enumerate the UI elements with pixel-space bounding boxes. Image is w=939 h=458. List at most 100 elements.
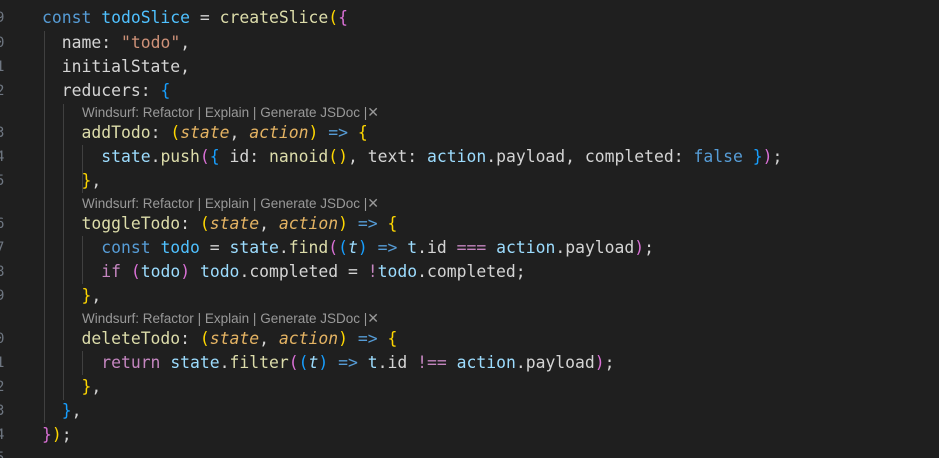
code-line[interactable]: 9 const todoSlice = createSlice({ xyxy=(0,6,939,30)
code-token: toggleTodo xyxy=(81,214,181,233)
code-token: ) xyxy=(338,329,348,348)
code-token: state xyxy=(170,353,220,372)
codelens-explain-link[interactable]: Explain xyxy=(205,196,249,211)
code-token: ( xyxy=(338,238,348,257)
code-token: === xyxy=(456,238,487,257)
code-token: id xyxy=(427,238,447,257)
codelens-refactor-link[interactable]: Refactor xyxy=(143,105,194,120)
code-line[interactable]: 1 initialState, xyxy=(0,55,939,79)
code-text: }, xyxy=(42,169,101,193)
code-token: : xyxy=(140,81,161,100)
code-token: action xyxy=(496,238,556,257)
line-number: 7 xyxy=(0,240,5,256)
code-token: ( xyxy=(170,123,181,142)
code-token: { xyxy=(338,8,348,27)
code-line[interactable]: 4 state.push({ id: nanoid(), text: actio… xyxy=(0,145,939,169)
code-token: ) xyxy=(357,238,368,257)
code-line[interactable]: 9 }, xyxy=(0,284,939,308)
codelens-jsdoc-link[interactable]: Generate JSDoc xyxy=(260,105,360,120)
code-line[interactable]: 8 if (todo) todo.completed = !todo.compl… xyxy=(0,260,939,284)
code-line[interactable]: 0 deleteTodo: (state, action) => { xyxy=(0,327,939,351)
codelens-explain-link[interactable]: Explain xyxy=(205,105,249,120)
code-line[interactable]: 4}); xyxy=(0,423,939,447)
code-text: const todo = state.find((t) => t.id === … xyxy=(42,236,654,260)
code-token: ) xyxy=(762,147,773,166)
code-token: { xyxy=(160,81,171,100)
code-token: { xyxy=(357,123,368,142)
code-line[interactable]: 6 toggleTodo: (state, action) => { xyxy=(0,212,939,236)
code-token: id xyxy=(387,353,408,372)
code-token: todo xyxy=(199,262,240,281)
code-token: : xyxy=(407,147,427,166)
codelens-separator: | xyxy=(252,196,257,211)
code-line[interactable]: 3 }, xyxy=(0,399,939,423)
code-token: deleteTodo xyxy=(81,329,181,348)
code-token: ( xyxy=(199,147,210,166)
code-token: => xyxy=(357,214,378,233)
codelens-refactor-link[interactable]: Refactor xyxy=(143,311,194,326)
code-line[interactable]: 5 }, xyxy=(0,169,939,193)
close-icon[interactable]: ✕ xyxy=(367,310,379,326)
codelens-jsdoc-link[interactable]: Generate JSDoc xyxy=(260,311,360,326)
codelens-separator: | xyxy=(197,196,202,211)
code-line[interactable]: 5 xyxy=(0,446,939,458)
codelens-explain-link[interactable]: Explain xyxy=(205,311,249,326)
code-token: action xyxy=(456,353,516,372)
codelens-jsdoc-link[interactable]: Generate JSDoc xyxy=(260,196,360,211)
codelens-separator: | xyxy=(252,105,257,120)
code-token: todo xyxy=(140,262,181,281)
code-text: initialState, xyxy=(42,55,190,79)
code-line[interactable]: 3 addTodo: (state, action) => { xyxy=(0,121,939,145)
code-token: . xyxy=(278,238,289,257)
code-token: addTodo xyxy=(81,123,151,142)
codelens-refactor-link[interactable]: Refactor xyxy=(143,196,194,211)
code-line[interactable]: 2 }, xyxy=(0,375,939,399)
code-token: , xyxy=(229,123,250,142)
code-token: state xyxy=(101,147,151,166)
code-line[interactable]: 0 name: "todo", xyxy=(0,31,939,55)
code-editor[interactable]: 9 const todoSlice = createSlice({0 name: … xyxy=(0,0,939,458)
code-token: if xyxy=(101,262,121,281)
code-token: => xyxy=(357,329,378,348)
code-line[interactable]: 2 reducers: { xyxy=(0,79,939,103)
code-token: = xyxy=(199,8,210,27)
close-icon[interactable]: ✕ xyxy=(367,104,379,120)
code-token: const xyxy=(101,238,151,257)
code-token: . xyxy=(150,147,161,166)
code-token: . xyxy=(239,262,250,281)
code-token: id xyxy=(229,147,250,166)
code-text: return state.filter((t) => t.id !== acti… xyxy=(42,351,614,375)
code-line[interactable]: 7 const todo = state.find((t) => t.id ==… xyxy=(0,236,939,260)
code-token: t xyxy=(348,238,358,257)
code-token: => xyxy=(338,353,358,372)
code-line[interactable]: 1 return state.filter((t) => t.id !== ac… xyxy=(0,351,939,375)
code-text: toggleTodo: (state, action) => { xyxy=(42,212,397,236)
code-token: payload xyxy=(565,238,635,257)
code-token: ; xyxy=(772,147,783,166)
code-token: ; xyxy=(61,425,72,444)
code-token: , xyxy=(348,147,368,166)
code-token: ) xyxy=(308,123,319,142)
code-token: todo xyxy=(377,262,418,281)
code-token: ! xyxy=(367,262,378,281)
code-token: . xyxy=(417,262,427,281)
code-token: , xyxy=(259,329,279,348)
codelens-bar: Windsurf: Refactor | Explain | Generate … xyxy=(82,104,379,121)
code-token: todo xyxy=(160,238,200,257)
code-token: state xyxy=(180,123,230,142)
code-token: ; xyxy=(515,262,526,281)
close-icon[interactable]: ✕ xyxy=(367,195,379,211)
